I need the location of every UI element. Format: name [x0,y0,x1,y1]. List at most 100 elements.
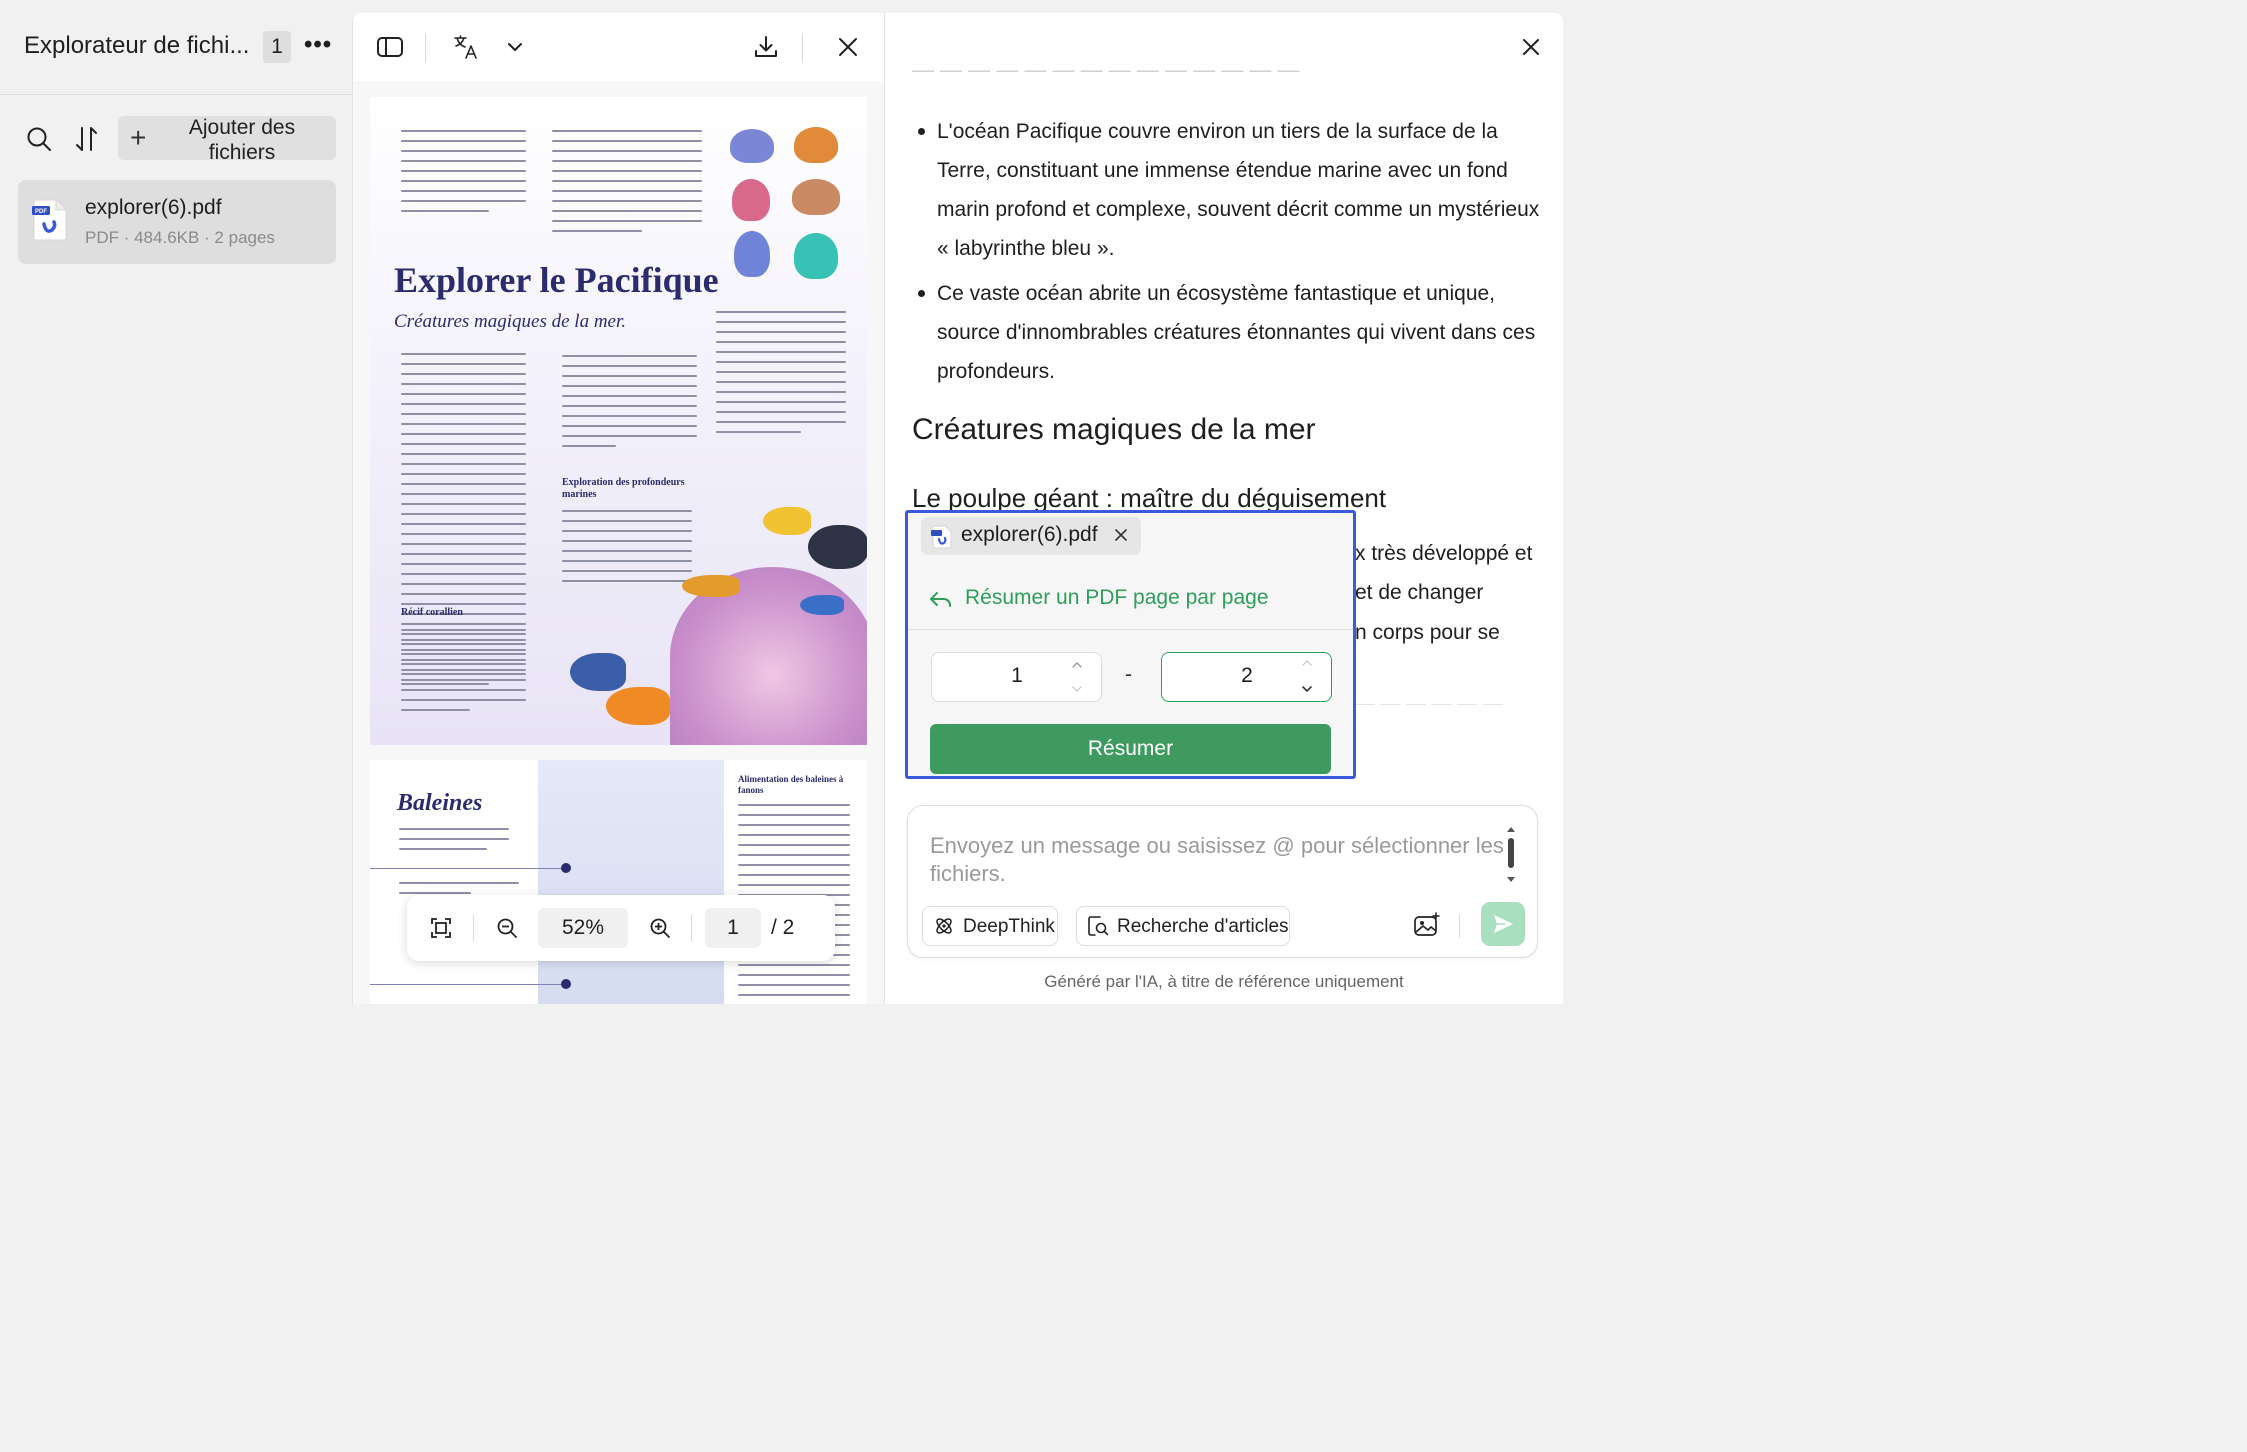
pdf-file-icon [931,525,952,549]
fit-page-icon[interactable] [429,916,453,940]
text-block [562,355,697,455]
summarize-button[interactable]: Résumer [930,724,1331,774]
fish-illustration [800,595,844,615]
coral-illustration [734,231,770,277]
deepthink-label: DeepThink [963,916,1055,937]
toolbar-divider [691,915,692,941]
from-page-stepper[interactable]: 1 [931,652,1102,702]
file-explorer-title: Explorateur de fichi... [24,32,250,59]
sort-icon[interactable] [72,124,102,154]
zoom-level[interactable]: 52% [538,908,628,948]
timeline-line [370,868,566,869]
article-search-icon [1088,916,1109,936]
file-explorer-header: Explorateur de fichi... 1 ••• [0,0,352,95]
chevron-down-icon[interactable] [1300,682,1314,696]
summary-subheading: Le poulpe géant : maître du déguisement [912,483,1472,511]
file-meta: PDF · 484.6KB · 2 pages [85,228,275,247]
summarize-pages-popup: explorer(6).pdf Résumer un PDF page par … [905,510,1356,779]
file-explorer-panel: Explorateur de fichi... 1 ••• + Ajouter … [0,0,352,1013]
toolbar-divider [802,33,803,63]
zoom-toolbar: 52% 1 / 2 [407,895,835,961]
attached-file-chip: explorer(6).pdf [921,517,1141,555]
chevron-up-icon[interactable] [1070,658,1084,672]
search-icon[interactable] [24,124,54,154]
message-input[interactable]: Envoyez un message ou saisissez @ pour s… [930,832,1510,888]
pdf-viewer: Explorer le Pacifique Créatures magiques… [352,13,885,1004]
attached-file-name: explorer(6).pdf [961,523,1098,546]
pdf-page-1: Explorer le Pacifique Créatures magiques… [370,97,867,745]
download-icon[interactable] [752,33,780,61]
file-count-badge: 1 [263,31,291,63]
fish-illustration [763,507,811,535]
page-total: / 2 [771,916,795,939]
send-icon [1494,915,1513,933]
return-arrow-icon[interactable] [928,587,954,611]
translate-icon[interactable] [452,33,480,61]
text-block [399,828,509,858]
zoom-out-icon[interactable] [495,916,519,940]
send-button[interactable] [1481,902,1525,946]
close-icon[interactable] [834,33,862,61]
summary-bullet-list: L'océan Pacifique couvre environ un tier… [912,112,1552,397]
input-divider [1459,914,1460,938]
sidebar-toggle-icon[interactable] [376,33,404,61]
coral-illustration [732,179,770,221]
timeline-dot [561,979,571,989]
more-options-button[interactable]: ••• [304,31,332,59]
pdf-page-title: Explorer le Pacifique [394,260,719,300]
fish-illustration [682,575,740,597]
timeline-line [370,984,566,985]
zoom-in-icon[interactable] [648,916,672,940]
pdf-file-icon: PDF [32,199,67,241]
message-input-box: Envoyez un message ou saisissez @ pour s… [907,805,1538,958]
remove-file-icon[interactable] [1111,525,1131,545]
summary-heading: Créatures magiques de la mer [912,413,1316,446]
scrolled-text-fragment: — — — — — — — — — — — — — — [912,68,1300,82]
timeline-dot [561,863,571,873]
pdf-page-subtitle: Créatures magiques de la mer. [394,311,627,332]
fish-illustration [808,525,867,569]
text-block [552,130,702,240]
add-files-label: Ajouter des fichiers [188,116,296,164]
input-scrollbar[interactable] [1505,826,1517,884]
toolbar-divider [473,915,474,941]
page-illustration-area [538,760,724,1004]
to-page-stepper[interactable]: 2 [1161,652,1332,702]
viewer-toolbar [353,13,884,81]
chevron-down-icon[interactable] [501,33,529,61]
add-files-button[interactable]: + Ajouter des fichiers [118,116,336,164]
pdf-section-heading: Alimentation des baleines à fanons [738,774,844,795]
coral-illustration [794,233,838,279]
range-separator: - [1125,663,1132,686]
close-icon[interactable] [1519,35,1543,59]
text-block [401,130,526,220]
popup-divider [908,629,1353,630]
summarize-action-label: Résumer un PDF page par page [965,586,1269,609]
fish-illustration [606,687,670,725]
page-number-input[interactable]: 1 [705,908,761,948]
article-search-label: Recherche d'articles [1117,916,1289,937]
ai-disclaimer: Généré par l'IA, à titre de référence un… [1044,972,1404,991]
text-block [562,510,692,590]
image-upload-icon[interactable] [1413,912,1441,938]
coral-illustration [730,129,774,163]
coral-illustration [792,179,840,215]
summary-bullet: Ce vaste océan abrite un écosystème fant… [912,274,1552,391]
file-name: explorer(6).pdf [85,196,222,219]
chevron-down-icon[interactable] [1070,682,1084,696]
summary-text-fragment: x très développé et [1355,542,1533,565]
svg-text:PDF: PDF [35,209,47,215]
plus-icon: + [130,122,147,153]
file-list-item[interactable]: PDF explorer(6).pdf PDF · 484.6KB · 2 pa… [18,180,336,264]
deepthink-button[interactable]: DeepThink [922,906,1058,946]
fish-illustration [570,653,626,691]
article-search-button[interactable]: Recherche d'articles [1076,906,1290,946]
text-block [401,629,526,719]
atom-icon [936,918,952,934]
chevron-up-icon[interactable] [1300,656,1314,670]
summary-subheading-text: Le poulpe géant : maître du déguisement [912,483,1387,511]
summary-text-fragment-faded: — — — — — — [1355,704,1555,712]
summary-text-fragment: et de changer [1355,581,1484,604]
summary-bullet: L'océan Pacifique couvre environ un tier… [912,112,1552,268]
summarize-action-row[interactable]: Résumer un PDF page par page [928,583,1348,617]
